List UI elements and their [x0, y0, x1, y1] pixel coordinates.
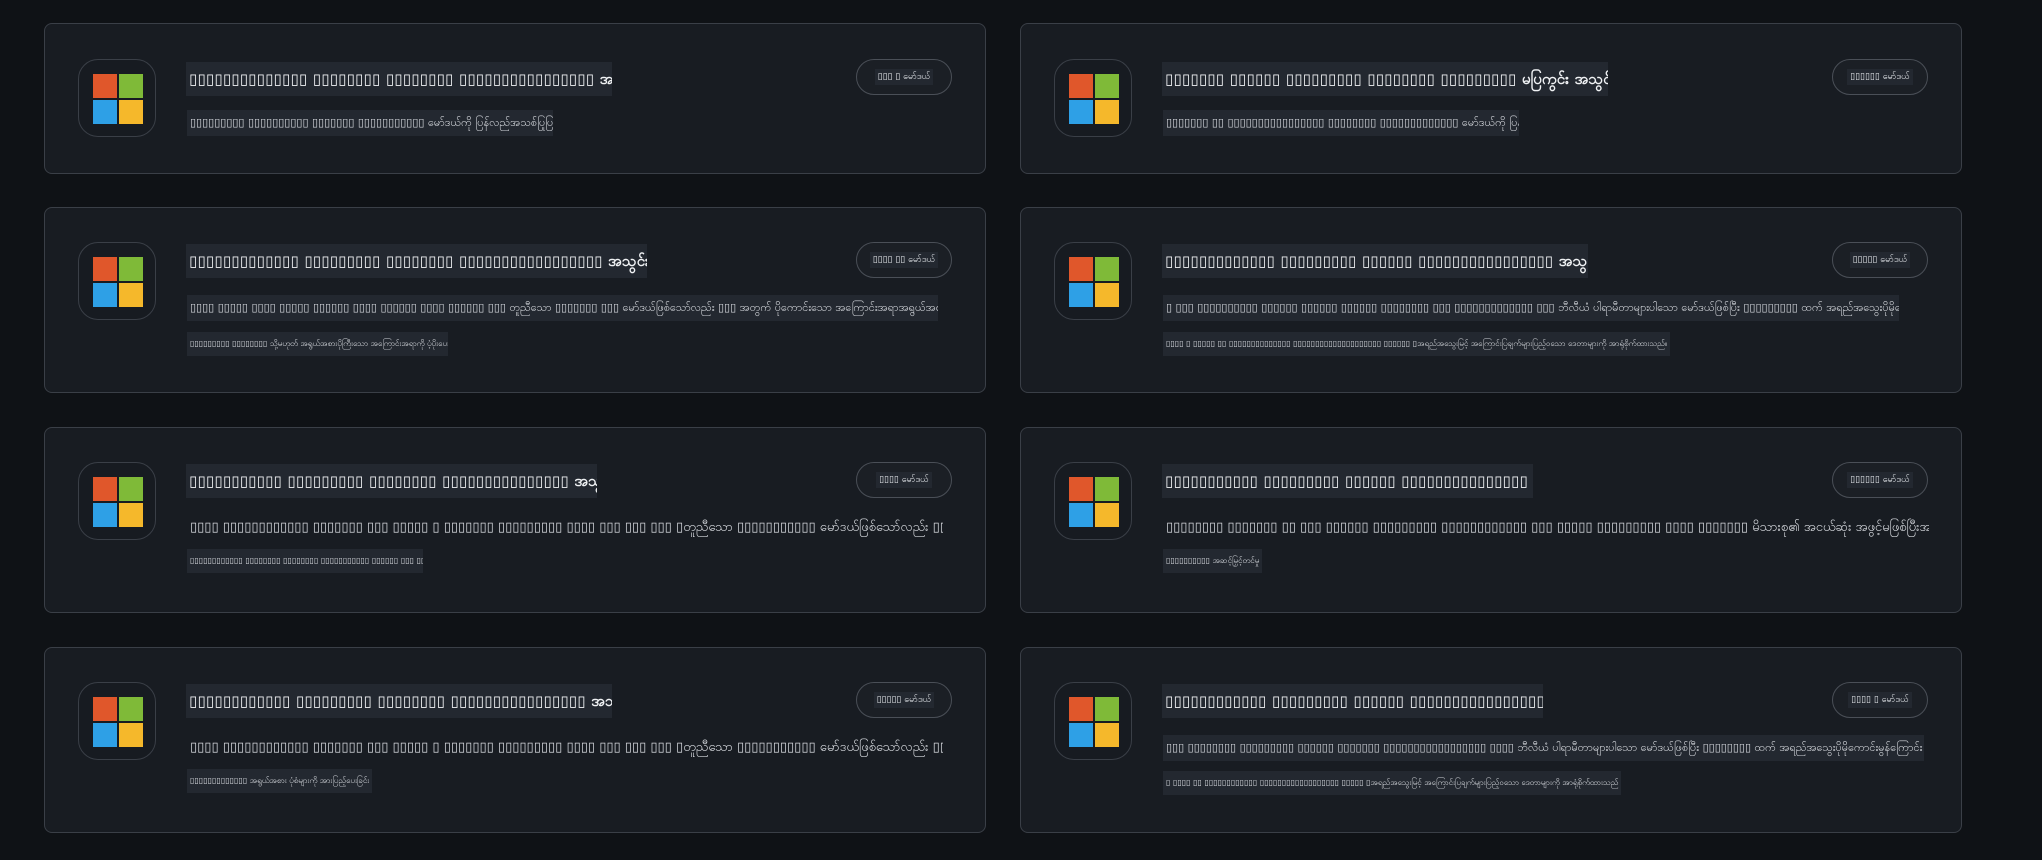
model-select-button[interactable]: ▯▯▯▯▯ မော်ဒယ် — [1832, 242, 1928, 278]
model-description-extra: ▯▯▯▯▯▯▯▯▯▯ အဆင့်မြှင့်တင်မှု — [1163, 549, 1263, 573]
model-card[interactable]: ▯▯▯▯▯▯▯▯▯▯▯ ▯▯▯▯▯▯▯▯▯ ▯▯▯▯▯▯▯▯ ▯▯▯▯▯▯▯▯▯… — [44, 427, 986, 613]
model-title: ▯▯▯▯▯▯▯ ▯▯▯▯▯▯ ▯▯▯▯▯▯▯▯▯ ▯▯▯▯▯▯▯▯ ▯▯▯▯▯▯… — [1162, 62, 1608, 96]
model-card[interactable]: ▯▯▯▯▯▯▯ ▯▯▯▯▯▯ ▯▯▯▯▯▯▯▯▯ ▯▯▯▯▯▯▯▯ ▯▯▯▯▯▯… — [1020, 23, 1962, 174]
model-card[interactable]: ▯▯▯▯▯▯▯▯▯▯▯ ▯▯▯▯▯▯▯▯▯ ▯▯▯▯▯▯ ▯▯▯▯▯▯▯▯▯▯▯… — [1020, 427, 1962, 613]
model-title: ▯▯▯▯▯▯▯▯▯▯▯ ▯▯▯▯▯▯▯▯▯ ▯▯▯▯▯▯▯▯ ▯▯▯▯▯▯▯▯▯… — [186, 464, 597, 498]
model-description: ▯▯▯▯▯▯▯▯ ▯▯▯▯▯▯▯ ▯▯ ▯▯▯ ▯▯▯▯▯▯ ▯▯▯▯▯▯▯▯▯… — [1166, 520, 1929, 535]
model-select-button[interactable]: ▯▯▯▯ ▯▯ မော်ဒယ် — [856, 242, 952, 278]
model-description-extra: ▯ ▯▯▯▯ ▯▯ ▯▯▯▯▯▯▯▯▯▯▯▯ ▯▯▯▯▯▯▯▯▯▯▯▯▯▯▯▯▯… — [1163, 771, 1622, 795]
microsoft-logo-icon — [78, 242, 156, 320]
model-card-grid: ▯▯▯▯▯▯▯▯▯▯▯▯▯▯ ▯▯▯▯▯▯▯▯ ▯▯▯▯▯▯▯▯ ▯▯▯▯▯▯▯… — [0, 0, 2042, 860]
model-description: ▯▯▯ ▯▯▯▯▯▯▯▯ ▯▯▯▯▯▯▯▯▯ ▯▯▯▯▯▯ ▯▯▯▯▯▯▯ ▯▯… — [1163, 735, 1924, 761]
microsoft-logo-icon — [1054, 242, 1132, 320]
model-title: ▯▯▯▯▯▯▯▯▯▯▯▯ ▯▯▯▯▯▯▯▯▯ ▯▯▯▯▯▯ ▯▯▯▯▯▯▯▯▯▯… — [1162, 684, 1543, 718]
model-card[interactable]: ▯▯▯▯▯▯▯▯▯▯▯▯▯ ▯▯▯▯▯▯▯▯▯ ▯▯▯▯▯▯▯▯ ▯▯▯▯▯▯▯… — [44, 207, 986, 393]
microsoft-logo-icon — [78, 682, 156, 760]
model-description-extra: ▯▯▯▯▯▯▯▯▯ ▯▯▯▯▯▯▯▯ သို့မဟုတ် အရွယ်အစားပိ… — [187, 332, 448, 356]
model-description: ▯ ▯▯▯ ▯▯▯▯▯▯▯▯▯▯ ▯▯▯▯▯▯ ▯▯▯▯▯▯ ▯▯▯▯▯▯ ▯▯… — [1163, 295, 1899, 321]
model-card[interactable]: ▯▯▯▯▯▯▯▯▯▯▯▯▯▯ ▯▯▯▯▯▯▯▯ ▯▯▯▯▯▯▯▯ ▯▯▯▯▯▯▯… — [44, 23, 986, 174]
microsoft-logo-icon — [1054, 682, 1132, 760]
model-description: ▯▯▯▯ ▯▯▯▯▯▯▯▯▯▯▯▯ ▯▯▯▯▯▯▯ ▯▯▯ ▯▯▯▯▯ ▯ ▯▯… — [190, 740, 943, 755]
model-title: ▯▯▯▯▯▯▯▯▯▯▯▯▯ ▯▯▯▯▯▯▯▯▯ ▯▯▯▯▯▯▯▯ ▯▯▯▯▯▯▯… — [186, 244, 647, 278]
microsoft-logo-icon — [1054, 59, 1132, 137]
model-select-button[interactable]: ▯▯▯▯▯ မော်ဒယ် — [856, 682, 952, 718]
model-title: ▯▯▯▯▯▯▯▯▯▯▯ ▯▯▯▯▯▯▯▯▯ ▯▯▯▯▯▯ ▯▯▯▯▯▯▯▯▯▯▯… — [1162, 464, 1533, 498]
microsoft-logo-icon — [78, 462, 156, 540]
model-description: ▯▯▯▯ ▯▯▯▯▯ ▯▯▯▯ ▯▯▯▯▯ ▯▯▯▯▯▯ ▯▯▯▯ ▯▯▯▯▯▯… — [187, 295, 938, 321]
model-description-extra: ▯▯▯▯▯▯▯▯▯▯▯▯ ▯▯▯▯▯▯▯▯ ▯▯▯▯▯▯▯▯ ▯▯▯▯▯▯▯▯▯… — [187, 549, 423, 573]
model-description: ▯▯▯▯▯▯▯ ▯▯ ▯▯▯▯▯▯▯▯▯▯▯▯▯▯▯▯ ▯▯▯▯▯▯▯▯ ▯▯▯… — [1163, 110, 1519, 136]
microsoft-logo-icon — [78, 59, 156, 137]
model-select-button[interactable]: ▯▯▯▯ မော်ဒယ် — [856, 462, 952, 498]
model-description: ▯▯▯▯ ▯▯▯▯▯▯▯▯▯▯▯▯ ▯▯▯▯▯▯▯ ▯▯▯ ▯▯▯▯▯ ▯ ▯▯… — [190, 520, 943, 535]
model-select-button[interactable]: ▯▯▯▯▯▯ မော်ဒယ် — [1832, 462, 1928, 498]
model-select-button[interactable]: ▯▯▯▯ ▯ မော်ဒယ် — [1832, 682, 1928, 718]
model-card[interactable]: ▯▯▯▯▯▯▯▯▯▯▯▯ ▯▯▯▯▯▯▯▯▯ ▯▯▯▯▯▯▯▯ ▯▯▯▯▯▯▯▯… — [44, 647, 986, 833]
model-title: ▯▯▯▯▯▯▯▯▯▯▯▯▯ ▯▯▯▯▯▯▯▯▯ ▯▯▯▯▯▯ ▯▯▯▯▯▯▯▯▯… — [1162, 244, 1588, 278]
model-title: ▯▯▯▯▯▯▯▯▯▯▯▯▯▯ ▯▯▯▯▯▯▯▯ ▯▯▯▯▯▯▯▯ ▯▯▯▯▯▯▯… — [186, 62, 612, 96]
model-select-button[interactable]: ▯▯▯▯▯▯ မော်ဒယ် — [1832, 59, 1928, 95]
model-card[interactable]: ▯▯▯▯▯▯▯▯▯▯▯▯▯ ▯▯▯▯▯▯▯▯▯ ▯▯▯▯▯▯ ▯▯▯▯▯▯▯▯▯… — [1020, 207, 1962, 393]
model-card[interactable]: ▯▯▯▯▯▯▯▯▯▯▯▯ ▯▯▯▯▯▯▯▯▯ ▯▯▯▯▯▯ ▯▯▯▯▯▯▯▯▯▯… — [1020, 647, 1962, 833]
model-description-extra: ▯▯▯▯▯▯▯▯▯▯▯▯▯ အရွယ်အစား ပုံစံများကို အား… — [187, 769, 373, 793]
model-description-extra: ▯▯▯▯ ▯ ▯▯▯▯▯ ▯▯ ▯▯▯▯▯▯▯▯▯▯▯▯▯▯ ▯▯▯▯▯▯▯▯▯… — [1163, 332, 1671, 356]
model-title: ▯▯▯▯▯▯▯▯▯▯▯▯ ▯▯▯▯▯▯▯▯▯ ▯▯▯▯▯▯▯▯ ▯▯▯▯▯▯▯▯… — [186, 684, 612, 718]
model-description: ▯▯▯▯▯▯▯▯▯ ▯▯▯▯▯▯▯▯▯▯ ▯▯▯▯▯▯▯ ▯▯▯▯▯▯▯▯▯▯▯… — [187, 110, 553, 136]
microsoft-logo-icon — [1054, 462, 1132, 540]
model-select-button[interactable]: ▯▯▯ ▯ မော်ဒယ် — [856, 59, 952, 95]
